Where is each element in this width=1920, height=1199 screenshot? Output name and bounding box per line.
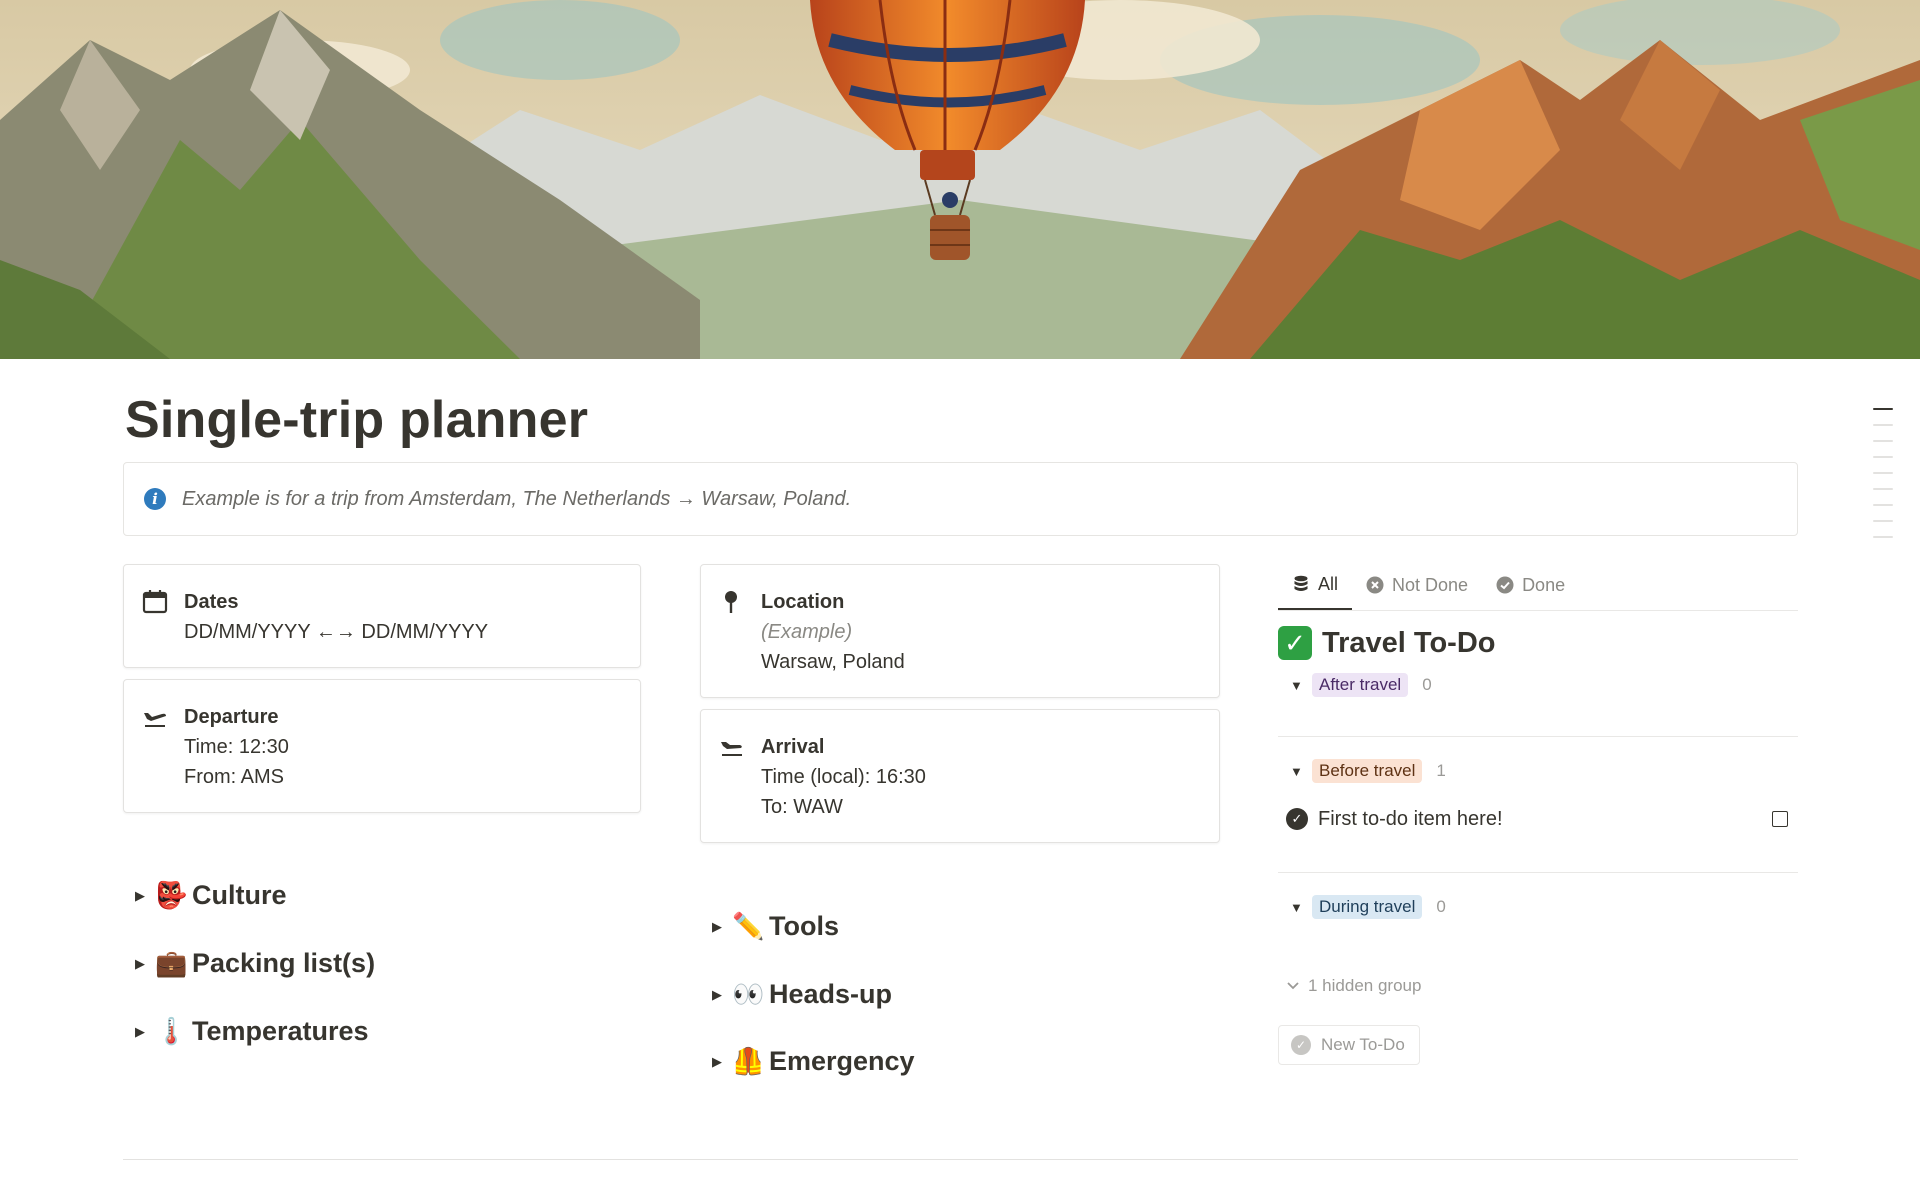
toggle-label: Emergency (769, 1046, 915, 1076)
callout-text: Example is for a trip from Amsterdam, Th… (182, 487, 852, 510)
group-header[interactable]: ▼ During travel 0 (1278, 885, 1798, 929)
toggle-heads-up[interactable]: ▶ 👀 Heads-up (702, 979, 892, 1010)
database-title-text: Travel To-Do (1322, 626, 1496, 659)
hidden-groups-toggle[interactable]: 1 hidden group (1278, 971, 1798, 1001)
database-icon (1292, 575, 1310, 593)
toggle-packing-list[interactable]: ▶ 💼 Packing list(s) (125, 948, 375, 979)
safety-vest-icon: 🦺 (732, 1046, 765, 1076)
location-note: (Example) (761, 621, 853, 643)
location-label: Location (761, 591, 845, 613)
toggle-arrow-icon[interactable]: ▶ (702, 987, 732, 1003)
info-icon: i (144, 488, 166, 510)
collapse-arrow-icon[interactable]: ▼ (1278, 678, 1312, 693)
toggle-label: Temperatures (192, 1016, 369, 1046)
toggle-arrow-icon[interactable]: ▶ (702, 1054, 732, 1070)
hidden-group-label: 1 hidden group (1308, 976, 1422, 995)
group-count: 0 (1436, 897, 1446, 916)
toggle-culture[interactable]: ▶ 👺 Culture (125, 880, 287, 911)
check-circle-icon: ✓ (1286, 808, 1308, 830)
pin-icon (725, 591, 737, 613)
briefcase-icon: 💼 (155, 948, 188, 978)
page-title[interactable]: Single-trip planner (125, 390, 588, 450)
toggle-arrow-icon[interactable]: ▶ (125, 1024, 155, 1040)
arrival-card[interactable]: Arrival Time (local): 16:30 To: WAW (700, 709, 1220, 843)
arrival-time: Time (local): 16:30 (761, 766, 926, 788)
departure-card[interactable]: Departure Time: 12:30 From: AMS (123, 679, 641, 813)
group-tag: Before travel (1312, 759, 1423, 783)
departure-from: From: AMS (184, 766, 285, 788)
chevron-down-icon (1286, 976, 1300, 996)
group-count: 0 (1422, 675, 1432, 694)
group-tag: After travel (1312, 673, 1409, 697)
pencil-icon: ✏️ (732, 911, 765, 941)
toggle-label: Tools (769, 911, 839, 941)
check-circle-icon (1496, 576, 1514, 594)
tab-all[interactable]: All (1278, 560, 1353, 610)
check-mark-button-icon: ✓ (1278, 626, 1312, 660)
group-after-travel: ▼ After travel 0 (1278, 663, 1798, 737)
dates-card[interactable]: Dates DD/MM/YYYY ←→ DD/MM/YYYY (123, 564, 641, 668)
toggle-emergency[interactable]: ▶ 🦺 Emergency (702, 1046, 915, 1077)
page-cover-image (0, 0, 1920, 359)
list-item[interactable]: ✓ First to-do item here! (1278, 793, 1798, 845)
plane-departure-icon (144, 713, 166, 727)
database-title[interactable]: ✓ Travel To-Do (1278, 623, 1798, 663)
departure-time: Time: 12:30 (184, 736, 289, 758)
divider (123, 1159, 1798, 1160)
new-todo-button[interactable]: ✓ New To-Do (1278, 1025, 1420, 1065)
oni-mask-icon: 👺 (155, 880, 188, 910)
location-card[interactable]: Location (Example) Warsaw, Poland (700, 564, 1220, 698)
thermometer-icon: 🌡️ (155, 1016, 188, 1046)
toggle-tools[interactable]: ▶ ✏️ Tools (702, 911, 839, 942)
dates-value: DD/MM/YYYY ←→ DD/MM/YYYY (184, 621, 489, 643)
dates-label: Dates (184, 591, 239, 613)
group-tag: During travel (1312, 895, 1423, 919)
toggle-label: Packing list(s) (192, 948, 376, 978)
group-during-travel: ▼ During travel 0 (1278, 885, 1798, 929)
group-header[interactable]: ▼ Before travel 1 (1278, 749, 1798, 793)
eyes-icon: 👀 (732, 979, 765, 1009)
info-callout[interactable]: i Example is for a trip from Amsterdam, … (123, 462, 1798, 536)
table-of-contents-outline[interactable] (1873, 408, 1895, 552)
todo-item-text[interactable]: First to-do item here! (1318, 808, 1772, 831)
toggle-arrow-icon[interactable]: ▶ (125, 888, 155, 904)
arrival-to: To: WAW (761, 796, 843, 818)
tab-done[interactable]: Done (1482, 560, 1579, 610)
departure-label: Departure (184, 706, 279, 728)
arrival-label: Arrival (761, 736, 825, 758)
tab-not-done[interactable]: Not Done (1352, 560, 1482, 610)
collapse-arrow-icon[interactable]: ▼ (1278, 900, 1312, 915)
check-circle-icon: ✓ (1291, 1035, 1311, 1055)
todo-checkbox[interactable] (1772, 811, 1788, 827)
travel-todo-database: All Not Done Done ✓ Travel To-Do ▼ After… (1278, 560, 1798, 1065)
new-todo-label: New To-Do (1321, 1035, 1405, 1054)
toggle-arrow-icon[interactable]: ▶ (702, 919, 732, 935)
tab-label: Done (1522, 574, 1566, 595)
toggle-arrow-icon[interactable]: ▶ (125, 956, 155, 972)
tab-label: Not Done (1392, 574, 1469, 595)
toggle-label: Heads-up (769, 979, 893, 1009)
toggle-label: Culture (192, 880, 287, 910)
group-before-travel: ▼ Before travel 1 ✓ First to-do item her… (1278, 749, 1798, 873)
group-count: 1 (1436, 761, 1446, 780)
view-tabs: All Not Done Done (1278, 560, 1798, 611)
tab-label: All (1318, 573, 1339, 594)
location-value: Warsaw, Poland (761, 651, 905, 673)
calendar-icon (142, 590, 168, 614)
toggle-temperatures[interactable]: ▶ 🌡️ Temperatures (125, 1016, 369, 1047)
x-circle-icon (1366, 576, 1384, 594)
collapse-arrow-icon[interactable]: ▼ (1278, 764, 1312, 779)
group-header[interactable]: ▼ After travel 0 (1278, 663, 1798, 707)
plane-arrival-icon (721, 742, 742, 756)
